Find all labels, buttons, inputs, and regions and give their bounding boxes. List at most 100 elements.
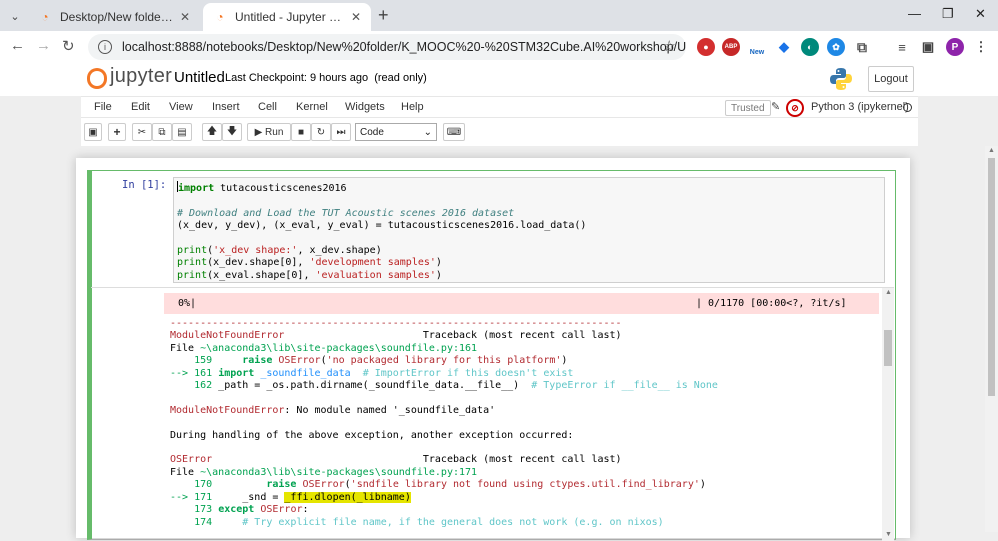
back-icon[interactable]: ← (10, 37, 25, 54)
jupyter-logo-text: jupyter (110, 65, 173, 87)
traceback-line: During handling of the above exception, … (170, 429, 574, 441)
bookmark-star-icon[interactable]: ☆ (663, 37, 676, 55)
abp-icon[interactable]: ABP (722, 38, 740, 56)
output-scroll-thumb[interactable] (884, 330, 892, 366)
tab-title: Untitled - Jupyter Notebook (235, 10, 345, 24)
code-line-4: (x_dev, y_dev), (x_eval, y_eval) = tutac… (177, 220, 587, 232)
code-editor[interactable]: import tutacousticscenes2016 # Download … (173, 177, 885, 283)
jupyter-logo-icon (87, 66, 107, 89)
jupyter-header: jupyter Untitled Last Checkpoint: 9 hour… (0, 63, 998, 96)
run-button[interactable]: ▶ Run (247, 123, 291, 141)
traceback-line: ModuleNotFoundError: No module named '_s… (170, 404, 496, 416)
code-line-6: print('x_dev shape:', x_dev.shape) (177, 245, 382, 257)
menu-cell[interactable]: Cell (258, 101, 277, 113)
new-tab-icon[interactable]: + (378, 5, 389, 26)
cut-icon[interactable]: ✂ (132, 123, 152, 141)
code-line-7: print(x_dev.shape[0], 'development sampl… (177, 257, 442, 269)
browser-menu-icon[interactable]: ⋮ (972, 38, 990, 56)
reload-icon[interactable]: ↻ (62, 37, 75, 55)
minimize-icon[interactable]: — (908, 6, 921, 21)
cap-icon[interactable]: ◆ (775, 38, 793, 56)
insert-cell-icon[interactable]: + (108, 123, 126, 141)
run-icon: ▶ (254, 126, 266, 138)
jupyter-logo[interactable]: jupyter (87, 65, 173, 89)
page-scroll-thumb[interactable] (988, 158, 995, 396)
jupyter-favicon-icon: ◔ (216, 10, 224, 24)
traceback-line: File ~\anaconda3\lib\site-packages\sound… (170, 466, 478, 478)
traceback-line: OSError Traceback (most recent call last… (170, 454, 622, 466)
puzzle-icon[interactable]: ⧉ (853, 38, 871, 56)
code-line-3: # Download and Load the TUT Acoustic sce… (177, 207, 515, 219)
copy-icon[interactable]: ⧉ (152, 123, 172, 141)
menu-widgets[interactable]: Widgets (345, 101, 385, 113)
scroll-down-icon[interactable]: ▼ (885, 531, 892, 538)
close-tab-icon[interactable]: ✕ (351, 10, 361, 24)
traceback-line: ModuleNotFoundError Traceback (most rece… (170, 330, 622, 342)
menu-view[interactable]: View (169, 101, 193, 113)
code-cell[interactable]: In [1]: import tutacousticscenes2016 # D… (87, 170, 896, 541)
page-scrollbar[interactable]: ▲ (985, 146, 998, 532)
edit-mode-pencil-icon: ✎ (771, 101, 781, 113)
close-tab-icon[interactable]: ✕ (180, 10, 190, 24)
output-scrollbar[interactable]: ▲ ▼ (882, 288, 894, 541)
restore-icon[interactable]: ❐ (942, 6, 954, 22)
menu-help[interactable]: Help (401, 101, 424, 113)
kw-import: import (178, 183, 215, 194)
scroll-up-icon[interactable]: ▲ (988, 147, 995, 154)
cell-output[interactable]: 0%| | 0/1170 [00:00<?, ?it/s] ----------… (91, 287, 894, 541)
interrupt-icon[interactable]: ■ (291, 123, 311, 141)
kernel-name[interactable]: Python 3 (ipykernel) (811, 101, 909, 113)
input-prompt: In [1]: (122, 179, 167, 191)
site-info-icon[interactable]: i (98, 40, 112, 54)
traceback-line: --> 171 _snd = _ffi.dlopen(_libname) (170, 491, 411, 503)
menu-kernel[interactable]: Kernel (296, 101, 328, 113)
close-window-icon[interactable]: ✕ (975, 6, 986, 22)
circle-icon[interactable]: ◐ (801, 38, 819, 56)
stop-icon[interactable]: ● (697, 38, 715, 56)
move-up-icon[interactable]: 🡅 (202, 123, 222, 141)
menu-file[interactable]: File (94, 101, 112, 113)
trusted-indicator[interactable]: Trusted (725, 100, 771, 116)
url-text: localhost:8888/notebooks/Desktop/New%20f… (122, 40, 686, 54)
side-panel-icon[interactable]: ▣ (919, 38, 937, 56)
readonly-text: (read only) (374, 72, 427, 84)
jupyter-favicon-icon: ◔ (41, 10, 49, 24)
notebook-name[interactable]: Untitled (174, 69, 225, 86)
scroll-up-icon[interactable]: ▲ (885, 289, 892, 296)
traceback-line: ----------------------------------------… (170, 318, 622, 329)
browser-tab-bar: ⌄ ◔ Desktop/New folder/K_MOOC ✕ ◔ Untitl… (0, 0, 998, 31)
notebook-menubar: File Edit View Insert Cell Kernel Widget… (81, 96, 918, 118)
media-queue-icon[interactable]: ≡ (893, 38, 911, 56)
browser-address-row: ← → ↻ i localhost:8888/notebooks/Desktop… (0, 31, 998, 63)
code-line-1: import tutacousticscenes2016 (178, 183, 347, 194)
tab-search-icon[interactable]: ⌄ (5, 6, 25, 26)
gear-icon[interactable]: ✿ (827, 38, 845, 56)
kernel-idle-indicator-icon (903, 103, 912, 112)
traceback-line: 174 # Try explicit file name, if the gen… (194, 516, 664, 528)
paste-icon[interactable]: ▤ (172, 123, 192, 141)
logout-button[interactable]: Logout (868, 66, 914, 92)
menu-insert[interactable]: Insert (212, 101, 240, 113)
move-down-icon[interactable]: 🡇 (222, 123, 242, 141)
cell-type-select[interactable]: Code ⌄ (355, 123, 437, 141)
save-icon[interactable]: ▣ (84, 123, 102, 141)
run-label: Run (265, 126, 284, 138)
browser-tab-active[interactable]: ◔ Untitled - Jupyter Notebook ✕ (203, 3, 371, 31)
progress-bar: 0%| | 0/1170 [00:00<?, ?it/s] (164, 293, 879, 314)
traceback: ----------------------------------------… (170, 318, 718, 529)
notebook-area: In [1]: import tutacousticscenes2016 # D… (0, 146, 985, 541)
address-bar[interactable]: i localhost:8888/notebooks/Desktop/New%2… (88, 34, 686, 60)
traceback-line: --> 161 import _soundfile_data # ImportE… (170, 367, 574, 379)
traceback-line: 159 raise OSError('no packaged library f… (194, 355, 568, 367)
command-palette-icon[interactable]: ⌨ (443, 123, 465, 141)
restart-run-all-icon[interactable]: ⏭ (331, 123, 351, 141)
menu-edit[interactable]: Edit (131, 101, 150, 113)
restart-icon[interactable]: ↻ (311, 123, 331, 141)
forward-icon[interactable]: → (36, 37, 51, 54)
profile-avatar[interactable]: P (946, 38, 964, 56)
browser-tab-inactive[interactable]: ◔ Desktop/New folder/K_MOOC ✕ (28, 3, 200, 31)
news-icon[interactable]: New (748, 38, 766, 56)
tab-title: Desktop/New folder/K_MOOC (60, 10, 174, 24)
cell-type-value: Code (360, 126, 384, 138)
chevron-down-icon: ⌄ (423, 126, 432, 138)
